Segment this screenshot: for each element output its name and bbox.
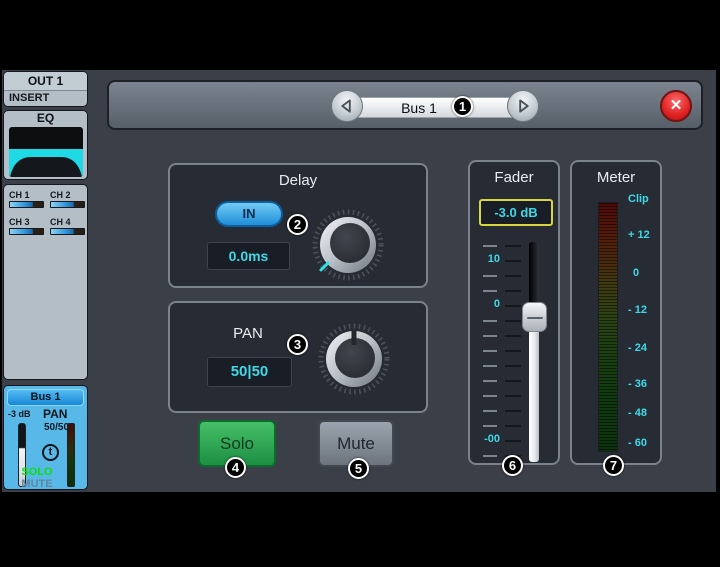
delay-time-value[interactable]: 0.0ms bbox=[207, 242, 290, 270]
fader-tick bbox=[505, 425, 521, 427]
annotation-badge: 4 bbox=[225, 457, 246, 478]
fader-tick bbox=[505, 275, 521, 277]
fader-scale-label: 10 bbox=[472, 253, 500, 265]
fader-tick bbox=[483, 425, 497, 427]
fader-tick bbox=[505, 320, 521, 322]
fader-tick bbox=[483, 320, 497, 322]
sidebar-out-insert-panel[interactable]: OUT 1 INSERT bbox=[3, 71, 88, 107]
insert-label: INSERT bbox=[4, 91, 87, 106]
bus-strip-mini-meter bbox=[67, 423, 75, 487]
bus-header-bar: Bus 1 ✕ bbox=[107, 80, 703, 130]
channel-meter: CH 3 bbox=[9, 216, 44, 242]
annotation-badge: 6 bbox=[502, 455, 523, 476]
meter-scale-label: Clip bbox=[628, 193, 662, 205]
sidebar-bus-strip[interactable]: Bus 1 -3 dB PAN 50/50 t SOLO MUTE bbox=[3, 385, 88, 490]
eq-curve-display bbox=[9, 127, 83, 177]
out-channel-label: OUT 1 bbox=[4, 72, 87, 91]
fader-tick bbox=[483, 290, 497, 292]
fader-tick bbox=[483, 245, 497, 247]
fader-tick bbox=[483, 410, 497, 412]
bus-strip-pan-label: PAN bbox=[43, 407, 67, 421]
delay-knob[interactable] bbox=[310, 207, 386, 283]
bus-name-text: Bus 1 bbox=[401, 100, 437, 116]
fader-tick bbox=[483, 335, 497, 337]
fader-section: Fader -3.0 dB 10 0 -00 bbox=[468, 160, 560, 465]
channel-meter: CH 2 bbox=[50, 189, 85, 215]
fader-handle[interactable] bbox=[522, 302, 547, 332]
meter-scale-label: - 60 bbox=[628, 437, 662, 449]
channel-meter: CH 4 bbox=[50, 216, 85, 242]
previous-bus-button[interactable] bbox=[331, 90, 363, 122]
eq-curve-icon bbox=[9, 127, 83, 177]
fader-tick bbox=[505, 305, 521, 307]
meter-scale-label: 0 bbox=[628, 267, 662, 279]
mixer-screen: OUT 1 INSERT EQ CH 1 CH 2 CH 3 bbox=[2, 70, 716, 492]
bus-strip-gain: -3 dB bbox=[8, 409, 31, 419]
fader-tick bbox=[483, 350, 497, 352]
fader-scale-label: 0 bbox=[472, 298, 500, 310]
fader-tick bbox=[505, 395, 521, 397]
meter-scale-label: - 12 bbox=[628, 304, 662, 316]
fader-tick bbox=[505, 290, 521, 292]
pan-knob[interactable] bbox=[316, 321, 392, 397]
bus-strip-mute-indicator: MUTE bbox=[4, 478, 70, 490]
channel-label: CH 4 bbox=[50, 216, 85, 228]
annotation-badge: 2 bbox=[287, 214, 308, 235]
meter-title: Meter bbox=[572, 169, 660, 186]
fader-tick bbox=[505, 335, 521, 337]
channel-level-bar bbox=[9, 201, 44, 208]
bus-name-display[interactable]: Bus 1 bbox=[338, 97, 534, 118]
fader-tick bbox=[505, 350, 521, 352]
annotation-badge: 1 bbox=[452, 96, 473, 117]
meter-scale-label: - 48 bbox=[628, 407, 662, 419]
fader-tick bbox=[505, 380, 521, 382]
meter-scale-label: - 36 bbox=[628, 378, 662, 390]
annotation-badge: 7 bbox=[603, 455, 624, 476]
bus-strip-name-button[interactable]: Bus 1 bbox=[7, 389, 84, 406]
delay-indicator-icon: t bbox=[42, 444, 59, 461]
channel-label: CH 2 bbox=[50, 189, 85, 201]
fader-track-lit[interactable] bbox=[529, 316, 539, 462]
fader-tick bbox=[505, 245, 521, 247]
channel-meter: CH 1 bbox=[9, 189, 44, 215]
pan-section: PAN 50|50 bbox=[168, 301, 428, 413]
delay-title: Delay bbox=[170, 172, 426, 189]
annotation-badge: 5 bbox=[348, 458, 369, 479]
meter-scale-label: - 24 bbox=[628, 342, 662, 354]
channel-level-bar bbox=[50, 228, 85, 235]
fader-tick bbox=[505, 440, 521, 442]
fader-tick bbox=[483, 395, 497, 397]
fader-tick bbox=[505, 260, 521, 262]
annotation-badge: 3 bbox=[287, 334, 308, 355]
fader-tick bbox=[505, 410, 521, 412]
fader-tick bbox=[483, 380, 497, 382]
fader-tick bbox=[483, 455, 497, 457]
channel-level-bar bbox=[50, 201, 85, 208]
channel-level-bar bbox=[9, 228, 44, 235]
next-bus-button[interactable] bbox=[507, 90, 539, 122]
left-arrow-icon bbox=[332, 90, 362, 122]
meter-scale-label: + 12 bbox=[628, 229, 662, 241]
fader-scale-label: -00 bbox=[472, 433, 500, 445]
fader-tick bbox=[483, 275, 497, 277]
sidebar-channel-meters-panel[interactable]: CH 1 CH 2 CH 3 CH 4 bbox=[3, 184, 88, 380]
level-meter-bar bbox=[598, 202, 618, 452]
fader-tick bbox=[505, 365, 521, 367]
eq-label: EQ bbox=[4, 111, 87, 126]
channel-label: CH 1 bbox=[9, 189, 44, 201]
bus-strip-solo-indicator: SOLO bbox=[4, 466, 70, 478]
meter-section: Meter Clip + 12 0 - 12 - 24 - 36 - 48 - … bbox=[570, 160, 662, 465]
bus-strip-pan-value: 50/50 bbox=[44, 422, 69, 433]
close-icon[interactable]: ✕ bbox=[660, 90, 692, 122]
fader-tick bbox=[483, 365, 497, 367]
right-arrow-icon bbox=[508, 90, 538, 122]
pan-value[interactable]: 50|50 bbox=[207, 357, 292, 387]
sidebar-eq-panel[interactable]: EQ bbox=[3, 110, 88, 180]
delay-in-button[interactable]: IN bbox=[215, 201, 283, 227]
channel-label: CH 3 bbox=[9, 216, 44, 228]
